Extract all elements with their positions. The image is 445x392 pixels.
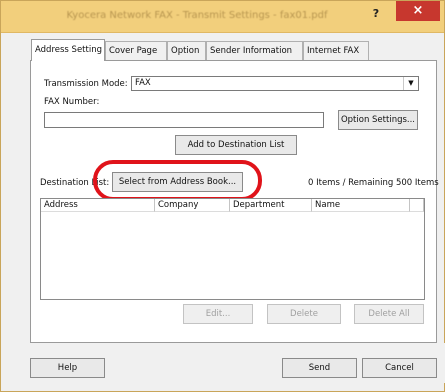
column-header-name[interactable]: Name (312, 199, 410, 212)
column-header-filler (410, 199, 424, 212)
cancel-button[interactable]: Cancel (362, 358, 437, 378)
help-icon[interactable]: ? (363, 6, 389, 22)
help-button[interactable]: Help (30, 358, 105, 378)
option-settings-button[interactable]: Option Settings... (338, 110, 418, 130)
delete-button[interactable]: Delete (267, 304, 341, 324)
transmission-mode-select[interactable]: FAX ▼ (131, 76, 419, 91)
send-button[interactable]: Send (282, 358, 357, 378)
transmission-mode-value: FAX (135, 78, 151, 88)
items-status: 0 Items / Remaining 500 Items (308, 178, 439, 188)
transmit-settings-dialog: Kyocera Network FAX - Transmit Settings … (0, 0, 445, 392)
title-bar[interactable]: Kyocera Network FAX - Transmit Settings … (1, 1, 444, 33)
tab-address-setting[interactable]: Address Setting (31, 39, 105, 61)
close-icon[interactable]: × (396, 1, 440, 21)
chevron-down-icon[interactable]: ▼ (403, 77, 418, 90)
window-title: Kyocera Network FAX - Transmit Settings … (66, 10, 328, 21)
tab-option[interactable]: Option (167, 41, 206, 60)
fax-number-label: FAX Number: (44, 97, 100, 107)
delete-all-button[interactable]: Delete All (354, 304, 424, 324)
column-header-address[interactable]: Address (41, 199, 155, 212)
column-header-company[interactable]: Company (155, 199, 230, 212)
tab-internet-fax[interactable]: Internet FAX (303, 41, 369, 60)
tab-cover-page[interactable]: Cover Page (105, 41, 167, 60)
fax-number-input[interactable] (44, 112, 324, 128)
tab-sender-information[interactable]: Sender Information (206, 41, 303, 60)
highlight-ring (93, 160, 262, 201)
column-header-department[interactable]: Department (230, 199, 312, 212)
transmission-mode-label: Transmission Mode: (44, 79, 128, 89)
edit-button[interactable]: Edit... (183, 304, 253, 324)
add-to-destination-list-button[interactable]: Add to Destination List (175, 135, 297, 155)
destination-list[interactable]: Address Company Department Name (40, 198, 425, 300)
